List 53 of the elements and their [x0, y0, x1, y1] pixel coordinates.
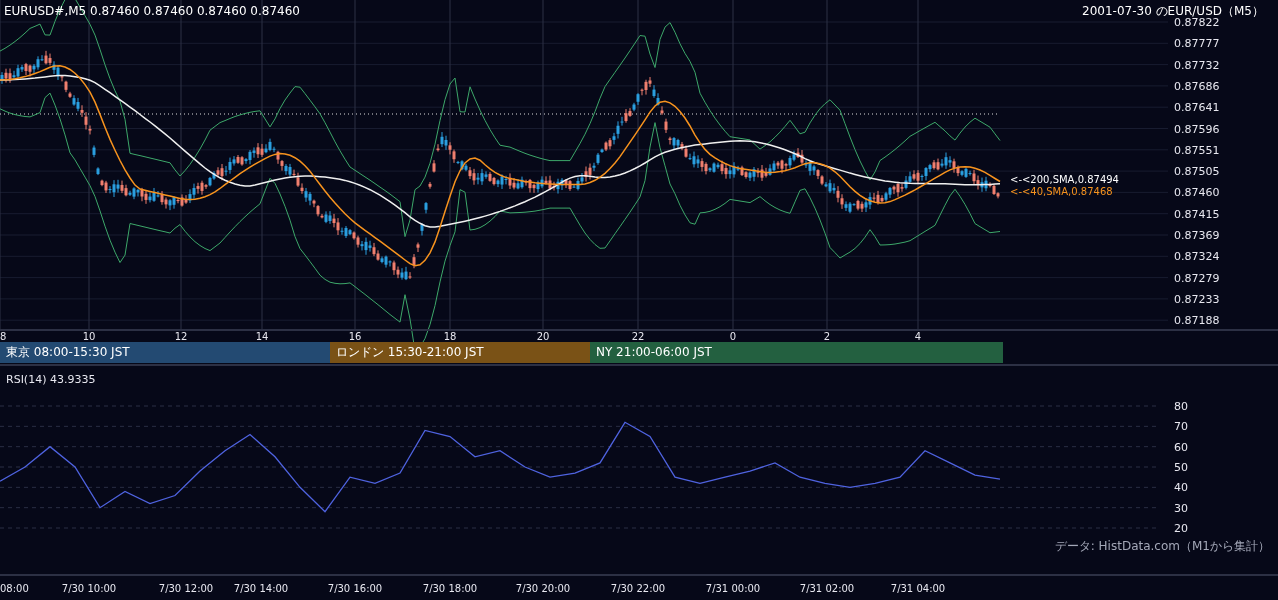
time-label: 7/30 10:00	[61, 583, 117, 594]
time-label: 7/31 00:00	[705, 583, 761, 594]
time-label: 7/30 22:00	[610, 583, 666, 594]
hour-label: 4	[914, 331, 922, 342]
sma-label: <-<40,SMA,0.87468	[1010, 186, 1113, 197]
chart-title: 2001-07-30 のEUR/USD（M5）	[1082, 4, 1264, 18]
rsi-axis-label: 40	[1174, 481, 1188, 495]
price-axis-label: 0.87732	[1174, 58, 1220, 72]
price-axis-label: 0.87822	[1174, 16, 1220, 29]
price-axis-label: 0.87505	[1174, 165, 1220, 179]
time-label: 7/30 12:00	[158, 583, 214, 594]
price-axis-label: 0.87324	[1174, 250, 1220, 264]
price-axis-label: 0.87460	[1174, 186, 1220, 200]
time-label: 7/30 18:00	[422, 583, 478, 594]
price-axis-label: 0.87777	[1174, 37, 1220, 51]
sma-label: <-<200,SMA,0.87494	[1010, 174, 1119, 185]
price-axis-label: 0.87188	[1174, 314, 1220, 328]
hour-label: 18	[443, 331, 457, 342]
rsi-label: RSI(14) 43.9335	[6, 373, 96, 386]
price-axis-label: 0.87641	[1174, 101, 1220, 115]
hour-label: 8	[0, 331, 7, 342]
price-axis-label: 0.87415	[1174, 207, 1220, 221]
hour-label: 10	[82, 331, 96, 342]
time-label: 7/31 02:00	[799, 583, 855, 594]
hour-label: 12	[174, 331, 188, 342]
rsi-axis-label: 80	[1174, 400, 1188, 413]
price-axis-label: 0.87233	[1174, 292, 1220, 306]
rsi-axis-label: 30	[1174, 501, 1188, 515]
hour-label: 0	[729, 331, 737, 342]
time-label: 7/30 16:00	[327, 583, 383, 594]
price-axis-label: 0.87686	[1174, 79, 1220, 93]
session-band: ロンドン 15:30-21:00 JST	[330, 342, 590, 363]
hour-label: 14	[255, 331, 269, 342]
rsi-axis-label: 20	[1174, 522, 1188, 535]
symbol-quote: EURUSD#,M5 0.87460 0.87460 0.87460 0.87460	[4, 4, 300, 18]
session-band: NY 21:00-06:00 JST	[590, 342, 1003, 363]
hour-label: 20	[536, 331, 550, 342]
time-label: 7/30 20:00	[515, 583, 571, 594]
price-axis-label: 0.87551	[1174, 143, 1220, 157]
time-label: 08:00	[0, 583, 29, 594]
hour-label: 2	[823, 331, 831, 342]
price-axis-label: 0.87596	[1174, 122, 1220, 136]
hour-label: 16	[348, 331, 362, 342]
rsi-axis-label: 50	[1174, 461, 1188, 474]
rsi-axis-label: 60	[1174, 440, 1188, 454]
price-axis-label: 0.87369	[1174, 229, 1220, 242]
session-band: 東京 08:00-15:30 JST	[0, 342, 330, 363]
hour-label: 22	[631, 331, 645, 342]
time-label: 7/30 14:00	[233, 583, 289, 594]
price-axis-label: 0.87279	[1174, 271, 1220, 285]
rsi-axis-label: 70	[1174, 420, 1188, 434]
data-credit: データ: HistData.com（M1から集計）	[1054, 539, 1270, 553]
time-label: 7/31 04:00	[890, 583, 946, 594]
